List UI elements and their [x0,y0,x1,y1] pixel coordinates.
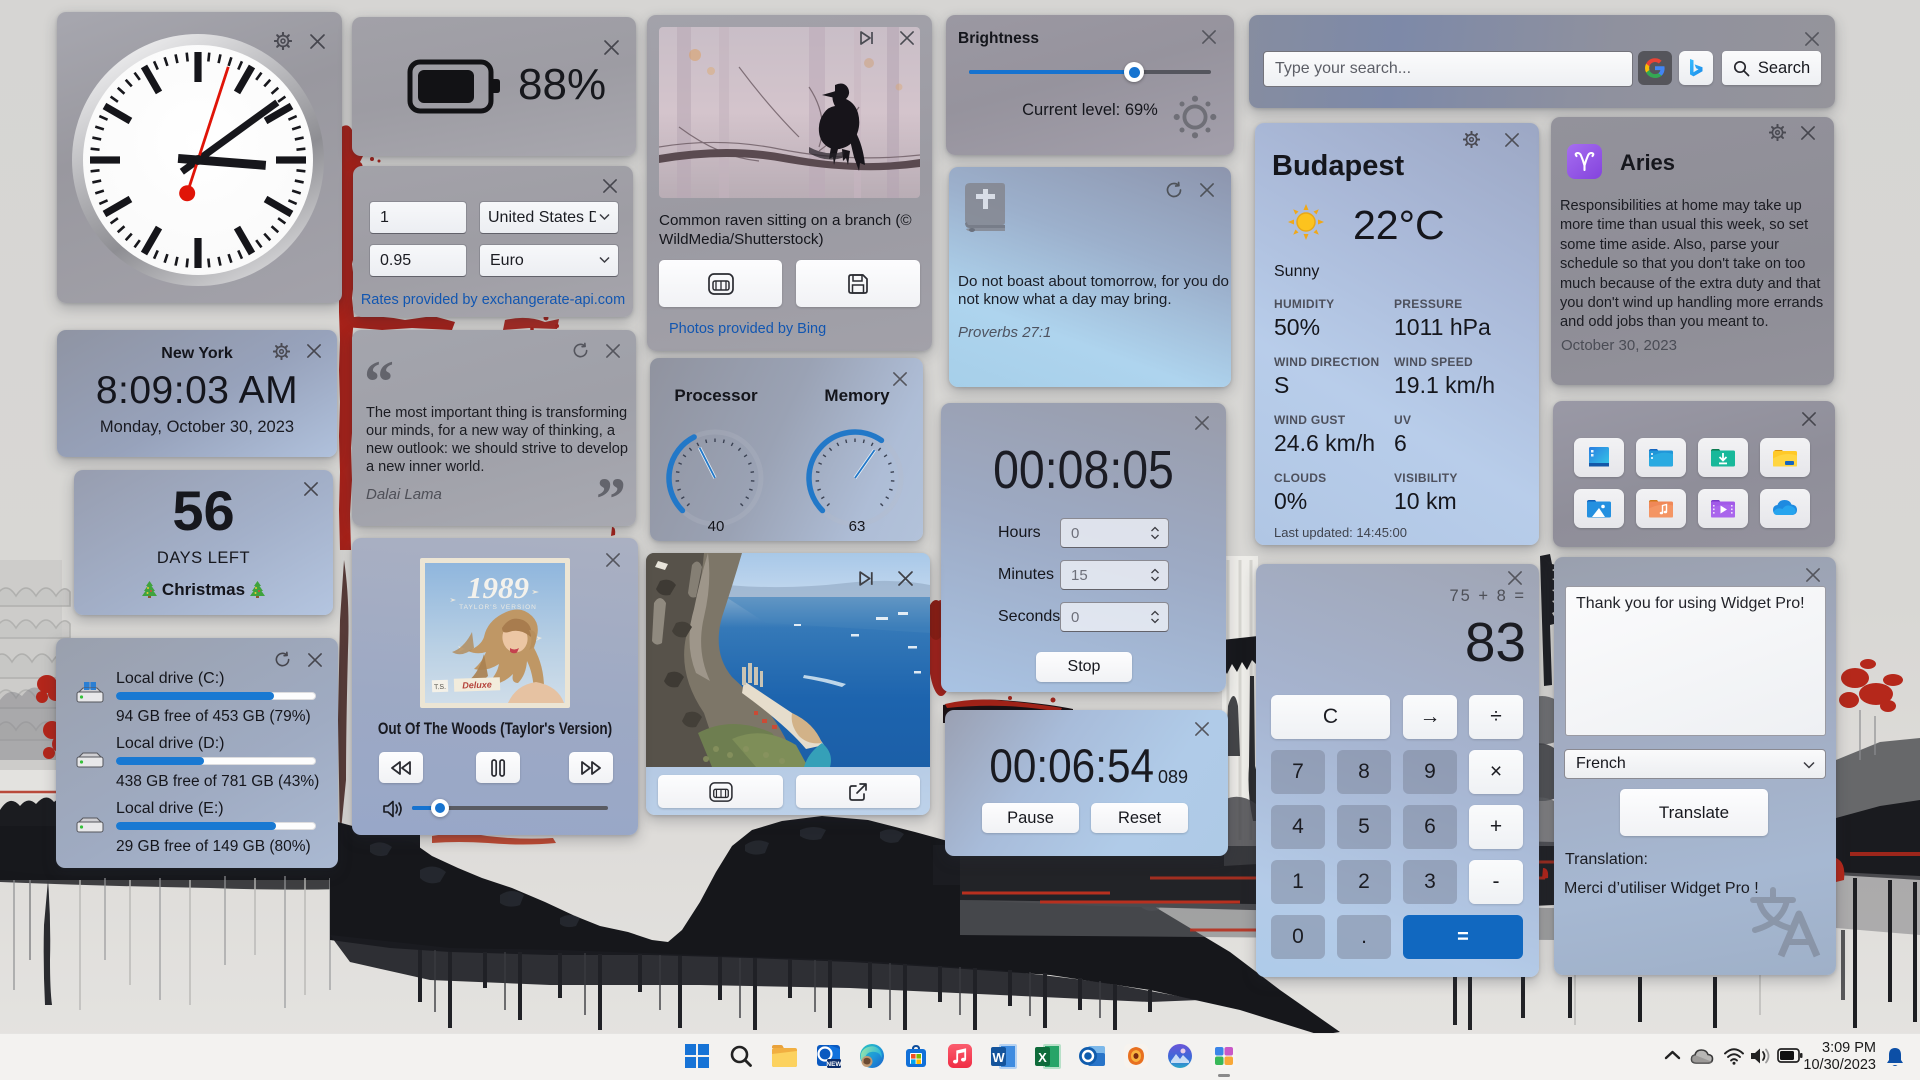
svg-text:T.S.: T.S. [434,684,446,691]
svg-text:NEW: NEW [826,1061,842,1068]
svg-text:X: X [1038,1050,1047,1065]
svg-text:TAYLOR'S VERSION: TAYLOR'S VERSION [459,604,537,611]
svg-text:Deluxe: Deluxe [462,679,492,690]
svg-text:W: W [992,1050,1005,1065]
svg-text:1989: 1989 [467,570,529,605]
